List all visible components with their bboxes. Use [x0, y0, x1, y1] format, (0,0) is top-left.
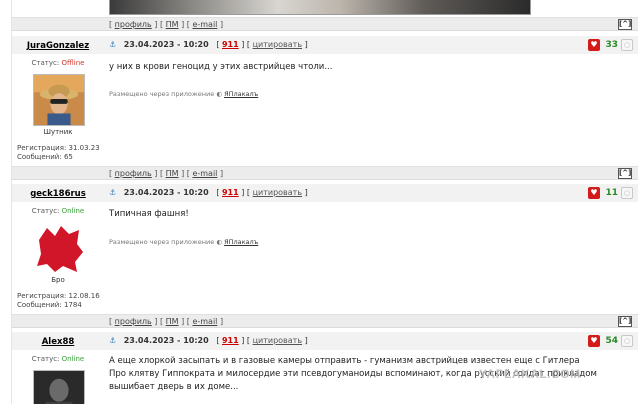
post-header — [12, 332, 638, 350]
post-number-link[interactable]: 911 — [222, 40, 239, 49]
user-registration: Регистрация: 12.08.16 Сообщений: 1784 — [17, 292, 100, 309]
rating-value: 54 — [605, 336, 618, 346]
previous-post-image — [109, 0, 531, 15]
user-avatar[interactable] — [33, 74, 85, 126]
post-header — [12, 184, 638, 202]
profile-link[interactable]: профиль — [115, 20, 152, 29]
pm-link[interactable]: ПМ — [166, 20, 179, 29]
post-text: Типичная фашня! — [109, 209, 189, 219]
post-number-link[interactable]: 911 — [222, 188, 239, 197]
username-link[interactable]: Alex88 — [12, 337, 104, 347]
scroll-up-button[interactable]: [^] — [618, 19, 632, 30]
anchor-icon[interactable]: ⚓ — [109, 336, 116, 345]
email-link[interactable]: e-mail — [192, 317, 217, 326]
quote-link[interactable]: цитировать — [253, 336, 302, 345]
post-date: 23.04.2023 - 10:20 — [123, 40, 209, 49]
avatar-caption: Шутник — [43, 128, 73, 136]
user-status: Статус: Offline — [31, 59, 85, 67]
email-link[interactable]: e-mail — [192, 169, 217, 178]
post-header — [12, 36, 638, 54]
posted-via: Размещено через приложение ◐ ЯПлакалъ — [109, 238, 259, 246]
forum-thread: [ профиль ] [ ПМ ] [ e-mail ] [^] JuraGo… — [11, 0, 638, 404]
pm-link[interactable]: ПМ — [166, 169, 179, 178]
upvote-icon[interactable]: ♥ — [588, 187, 600, 199]
post-number-link[interactable]: 911 — [222, 336, 239, 345]
downvote-icon[interactable]: ○ — [621, 39, 633, 51]
downvote-icon[interactable]: ○ — [621, 187, 633, 199]
app-icon: ◐ — [216, 238, 222, 246]
pm-link[interactable]: ПМ — [166, 317, 179, 326]
post-meta: ⚓ 23.04.2023 - 10:20 [ 911 ] [ цитироват… — [109, 188, 308, 197]
rating-value: 11 — [605, 188, 618, 198]
post: geck186rus Статус: Online Бро Регистраци… — [12, 184, 638, 314]
scroll-up-button[interactable]: [^] — [618, 168, 632, 179]
quote-link[interactable]: цитировать — [253, 188, 302, 197]
anchor-icon[interactable]: ⚓ — [109, 40, 116, 49]
username-link[interactable]: JuraGonzalez — [12, 41, 104, 51]
quote-link[interactable]: цитировать — [253, 40, 302, 49]
user-avatar[interactable] — [33, 370, 85, 404]
post-date: 23.04.2023 - 10:20 — [123, 336, 209, 345]
avatar-caption: Бро — [51, 276, 65, 284]
rating-value: 33 — [605, 40, 618, 50]
user-status: Статус: Online — [31, 207, 85, 215]
posted-via: Размещено через приложение ◐ ЯПлакалъ — [109, 90, 259, 98]
status-online: Online — [61, 207, 85, 215]
post-footer-links: [ профиль ] [ ПМ ] [ e-mail ] — [109, 317, 224, 326]
upvote-icon[interactable]: ♥ — [588, 39, 600, 51]
post-footer-bar: [ профиль ] [ ПМ ] [ e-mail ] [^] — [12, 17, 638, 31]
username-link[interactable]: geck186rus — [12, 189, 104, 199]
post-rating: ♥ 11 ○ — [573, 187, 633, 199]
post-footer-links: [ профиль ] [ ПМ ] [ e-mail ] — [109, 169, 224, 178]
anchor-icon[interactable]: ⚓ — [109, 188, 116, 197]
user-registration: Регистрация: 31.03.23 Сообщений: 65 — [17, 144, 100, 161]
post-meta: ⚓ 23.04.2023 - 10:20 [ 911 ] [ цитироват… — [109, 40, 308, 49]
app-link[interactable]: ЯПлакалъ — [224, 238, 258, 246]
post-footer-links: [ профиль ] [ ПМ ] [ e-mail ] — [109, 20, 224, 29]
post-rating: ♥ 33 ○ — [573, 39, 633, 51]
site-watermark: YAPLAKAL.COM — [479, 367, 581, 381]
post-footer-bar: [ профиль ] [ ПМ ] [ e-mail ] [^] — [12, 166, 638, 180]
downvote-icon[interactable]: ○ — [621, 335, 633, 347]
scroll-up-button[interactable]: [^] — [618, 316, 632, 327]
status-online: Online — [61, 355, 85, 363]
post: JuraGonzalez Статус: Offline Шутник Реги… — [12, 36, 638, 166]
profile-link[interactable]: профиль — [115, 317, 152, 326]
post-meta: ⚓ 23.04.2023 - 10:20 [ 911 ] [ цитироват… — [109, 336, 308, 345]
post-text: у них в крови геноцид у этих австрийцев … — [109, 62, 333, 72]
app-icon: ◐ — [216, 90, 222, 98]
user-status: Статус: Online — [31, 355, 85, 363]
status-offline: Offline — [61, 59, 85, 67]
upvote-icon[interactable]: ♥ — [588, 335, 600, 347]
post-footer-bar: [ профиль ] [ ПМ ] [ e-mail ] [^] — [12, 314, 638, 328]
post-rating: ♥ 54 ○ — [573, 335, 633, 347]
email-link[interactable]: e-mail — [192, 20, 217, 29]
app-link[interactable]: ЯПлакалъ — [224, 90, 258, 98]
post-date: 23.04.2023 - 10:20 — [123, 188, 209, 197]
profile-link[interactable]: профиль — [115, 169, 152, 178]
user-avatar[interactable] — [33, 222, 85, 274]
